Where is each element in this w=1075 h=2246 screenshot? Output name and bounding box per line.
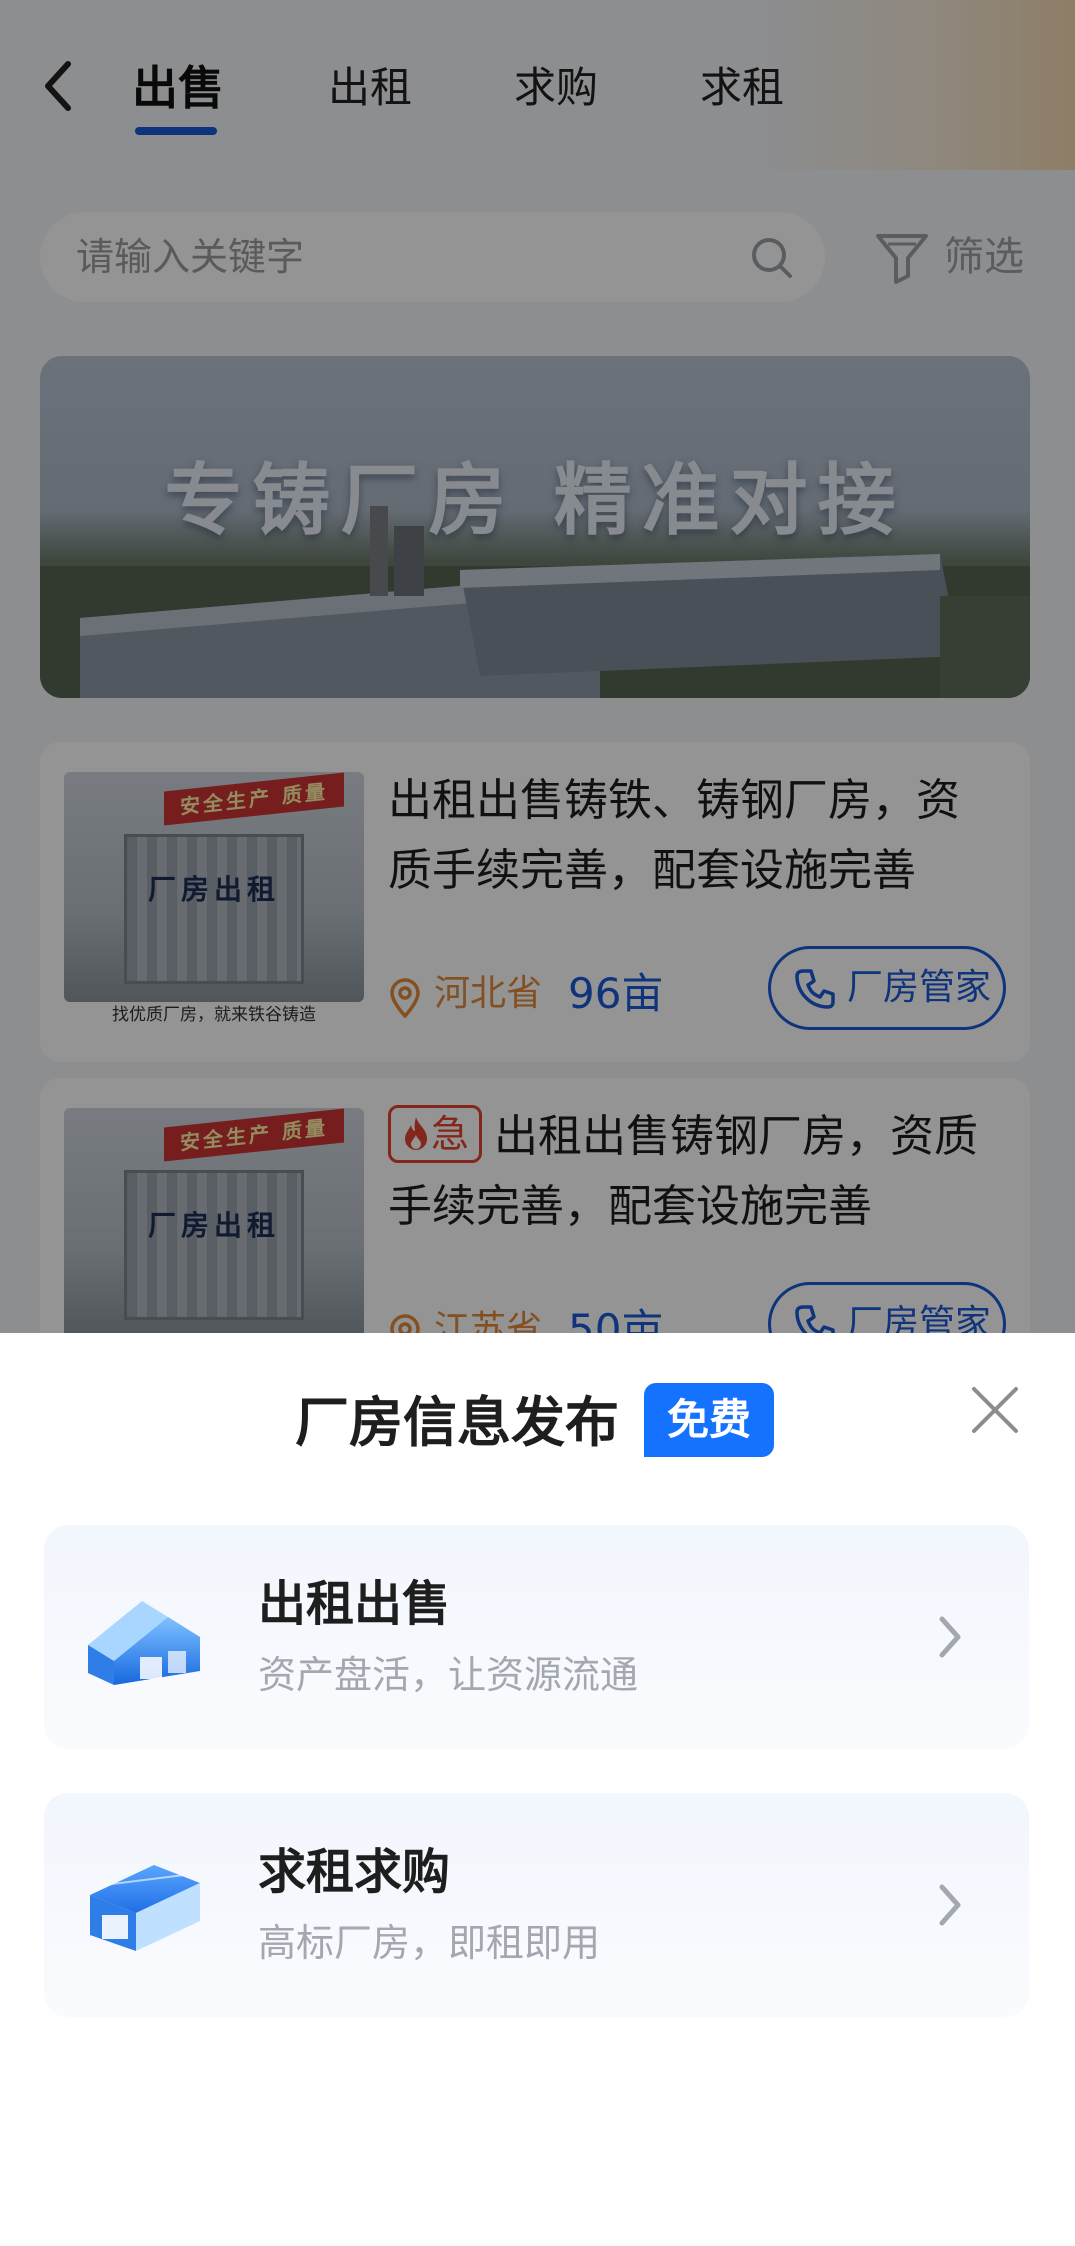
sheet-title: 厂房信息发布 bbox=[295, 1391, 619, 1454]
free-badge: 免费 bbox=[644, 1383, 774, 1457]
option-title: 出租出售 bbox=[258, 1576, 451, 1632]
chevron-right-icon bbox=[939, 1616, 961, 1658]
chevron-right-icon bbox=[939, 1884, 961, 1926]
option-subtitle: 资产盘活，让资源流通 bbox=[258, 1653, 639, 1697]
close-icon bbox=[972, 1387, 1018, 1433]
page: 出售 出租 求购 求租 筛选 专铸厂房 精准对接 bbox=[0, 0, 1075, 2246]
option-title: 求租求购 bbox=[258, 1844, 451, 1900]
publish-bottom-sheet: 厂房信息发布 免费 出租出售 资产盘活，让资源流通 求租求购 高标厂房，即租即用 bbox=[0, 1333, 1075, 2246]
modal-backdrop[interactable] bbox=[0, 0, 1075, 1333]
close-button[interactable] bbox=[968, 1383, 1022, 1437]
option-subtitle: 高标厂房，即租即用 bbox=[258, 1921, 601, 1965]
warehouse-icon bbox=[88, 1601, 200, 1685]
option-rent-sell[interactable]: 出租出售 资产盘活，让资源流通 bbox=[44, 1525, 1029, 1749]
factory-building-icon bbox=[90, 1865, 200, 1951]
option-want-rent-buy[interactable]: 求租求购 高标厂房，即租即用 bbox=[44, 1793, 1029, 2017]
